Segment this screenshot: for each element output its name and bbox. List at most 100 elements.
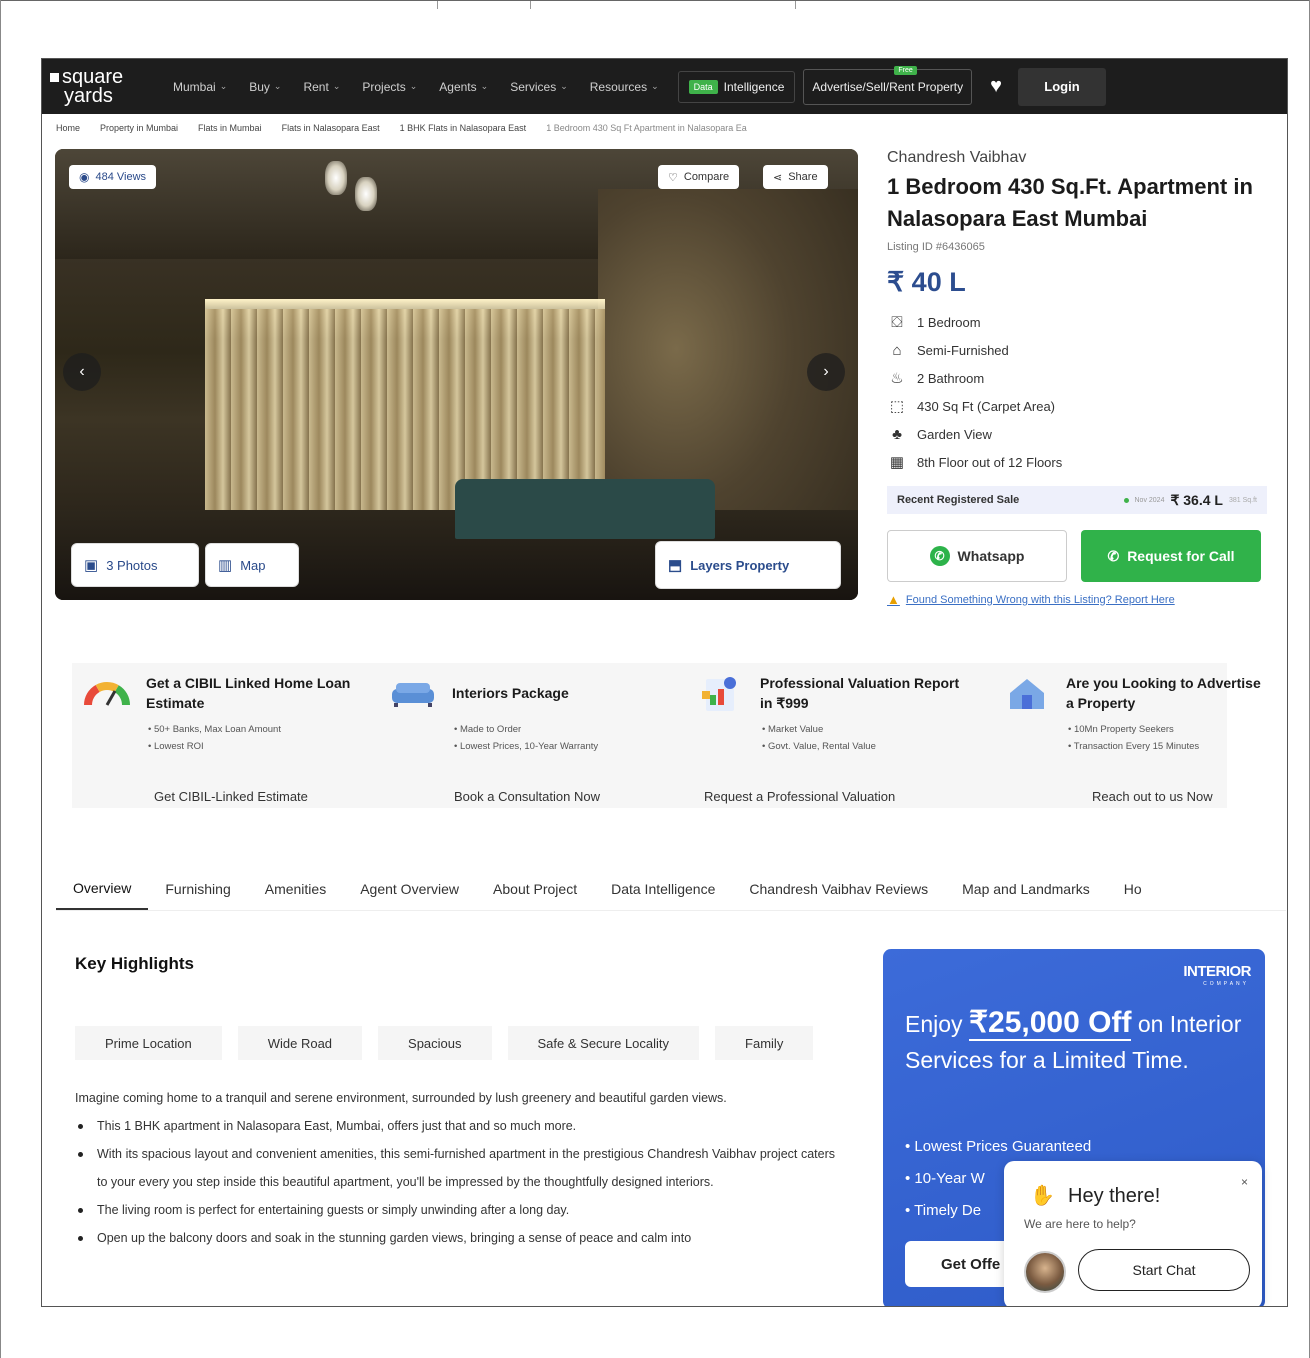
- tab-data-intelligence[interactable]: Data Intelligence: [594, 867, 732, 911]
- breadcrumb-1bhk-flats[interactable]: 1 BHK Flats in Nalasopara East: [400, 123, 527, 133]
- breadcrumb-flats-mumbai[interactable]: Flats in Mumbai: [198, 123, 262, 133]
- nav-menu: Mumbai ⌄ Buy ⌄ Rent ⌄ Projects ⌄ Agents ⌄ Ser…: [162, 80, 670, 94]
- book-consultation-link[interactable]: Book a Consultation Now: [454, 789, 600, 804]
- nav-item-label: Rent: [303, 79, 329, 94]
- service-point: 50+ Banks, Max Loan Amount: [148, 721, 352, 738]
- bed-icon: ⛋: [891, 313, 903, 331]
- key-highlights-heading: Key Highlights: [75, 954, 195, 973]
- breadcrumb-home[interactable]: Home: [56, 123, 80, 133]
- start-chat-button[interactable]: Start Chat: [1078, 1249, 1250, 1291]
- gallery-prev-button[interactable]: ‹: [63, 353, 101, 391]
- photos-button[interactable]: ▣ 3 Photos: [71, 543, 199, 587]
- service-point: Market Value: [762, 721, 966, 738]
- compare-label: Compare: [683, 171, 730, 183]
- tab-about-project[interactable]: About Project: [476, 867, 594, 911]
- tab-reviews[interactable]: Chandresh Vaibhav Reviews: [732, 867, 945, 911]
- tab-amenities[interactable]: Amenities: [248, 867, 343, 911]
- nav-item-label: Mumbai: [173, 79, 216, 94]
- request-call-button[interactable]: ✆ Request for Call: [1081, 530, 1261, 582]
- photo-sofa: [455, 479, 715, 539]
- credit-meter-icon: [84, 682, 130, 706]
- advertise-label: Advertise/Sell/Rent Property: [812, 79, 964, 94]
- close-icon[interactable]: ×: [1241, 1175, 1248, 1189]
- description-bullet: This 1 BHK apartment in Nalasopara East,…: [75, 1112, 835, 1140]
- nav-item-mumbai[interactable]: Mumbai ⌄: [162, 80, 238, 94]
- page-viewport: square yards Mumbai ⌄ Buy ⌄ Rent ⌄ Projects…: [41, 58, 1288, 1307]
- promo-amount: ₹25,000 Off: [968, 1006, 1132, 1041]
- squareyards-logo[interactable]: square yards: [50, 65, 162, 106]
- agent-avatar: [1024, 1251, 1066, 1293]
- description-bullets: This 1 BHK apartment in Nalasopara East,…: [75, 1112, 835, 1252]
- section-tabs: Overview Furnishing Amenities Agent Over…: [56, 867, 1286, 911]
- service-point: 10Mn Property Seekers: [1068, 721, 1272, 738]
- report-listing-link[interactable]: ▲ Found Something Wrong with this Listing…: [887, 592, 1277, 607]
- compare-button[interactable]: ♡ Compare: [658, 165, 740, 189]
- nav-item-buy[interactable]: Buy ⌄: [238, 80, 292, 94]
- feature-label: 1 Bedroom: [917, 314, 981, 330]
- recent-sale-amount: ₹ 36.4 L: [1170, 491, 1223, 508]
- feature-view: ♣ Garden View: [887, 420, 1277, 448]
- logo-text-top: square: [62, 65, 124, 88]
- tab-map-landmarks[interactable]: Map and Landmarks: [945, 867, 1107, 911]
- builder-name[interactable]: Chandresh Vaibhav: [887, 149, 1277, 167]
- breadcrumb-flats-nalasopara[interactable]: Flats in Nalasopara East: [282, 123, 380, 133]
- advertise-property-button[interactable]: Free Advertise/Sell/Rent Property: [803, 65, 973, 105]
- map-button[interactable]: ▥ Map: [205, 543, 299, 587]
- share-button[interactable]: ⋖ Share: [763, 165, 828, 189]
- views-label: 484 Views: [95, 171, 147, 183]
- recent-sale-label: Recent Registered Sale: [897, 494, 1020, 506]
- feature-label: 430 Sq Ft (Carpet Area): [917, 398, 1056, 414]
- chevron-left-icon: ‹: [79, 363, 85, 380]
- description-bullet: With its spacious layout and convenient …: [75, 1140, 835, 1196]
- service-point: Transaction Every 15 Minutes: [1068, 738, 1272, 755]
- reach-out-link[interactable]: Reach out to us Now: [1092, 789, 1213, 804]
- heart-icon[interactable]: ♥: [990, 75, 1002, 98]
- description-bullet: The living room is perfect for entertain…: [75, 1196, 835, 1224]
- views-badge: ◉ 484 Views: [69, 165, 157, 189]
- nav-item-agents[interactable]: Agents ⌄: [428, 80, 499, 94]
- property-photo-gallery[interactable]: ◉ 484 Views ♡ Compare ⋖ Share ‹ › ▣ 3 Photos…: [55, 149, 858, 600]
- nav-item-services[interactable]: Services ⌄: [499, 80, 579, 94]
- garden-icon: ♣: [892, 425, 902, 443]
- request-call-label: Request for Call: [1127, 548, 1235, 564]
- login-button[interactable]: Login: [1018, 67, 1106, 106]
- chevron-down-icon: ⌄: [480, 81, 489, 91]
- top-navbar: square yards Mumbai ⌄ Buy ⌄ Rent ⌄ Projects…: [42, 59, 1287, 114]
- contact-actions: ✆ Whatsapp ✆ Request for Call: [887, 530, 1277, 582]
- recent-registered-sale[interactable]: Recent Registered Sale Nov 2024 ₹ 36.4 L…: [887, 486, 1267, 514]
- whatsapp-button[interactable]: ✆ Whatsapp: [887, 530, 1067, 582]
- feature-label: Semi-Furnished: [917, 342, 1009, 358]
- request-valuation-link[interactable]: Request a Professional Valuation: [704, 789, 895, 804]
- nav-item-projects[interactable]: Projects ⌄: [351, 80, 428, 94]
- feature-bathroom: ♨ 2 Bathroom: [887, 364, 1277, 392]
- nav-item-label: Projects: [362, 79, 406, 94]
- report-label: Found Something Wrong with this Listing?…: [905, 593, 1175, 606]
- tab-more[interactable]: Ho: [1107, 867, 1159, 911]
- nav-item-resources[interactable]: Resources ⌄: [579, 80, 670, 94]
- promo-enjoy: Enjoy: [905, 1011, 963, 1037]
- layers-property-button[interactable]: ⬒ Layers Property: [655, 541, 841, 589]
- service-interiors: Interiors Package Made to Order Lowest P…: [388, 673, 658, 804]
- highlight-chips: Prime Location Wide Road Spacious Safe &…: [75, 1026, 814, 1060]
- chat-widget: ✋ Hey there! × We are here to help? Star…: [1004, 1161, 1262, 1306]
- nav-item-rent[interactable]: Rent ⌄: [292, 80, 351, 94]
- feature-label: 8th Floor out of 12 Floors: [917, 454, 1063, 470]
- chevron-down-icon: ⌄: [332, 81, 341, 91]
- tab-overview[interactable]: Overview: [56, 867, 149, 911]
- data-intelligence-label: Intelligence: [723, 79, 785, 94]
- gallery-next-button[interactable]: ›: [807, 353, 845, 391]
- tab-furnishing[interactable]: Furnishing: [148, 867, 247, 911]
- chevron-down-icon: ⌄: [273, 81, 282, 91]
- service-title: Are you Looking to Advertise a Property: [1066, 675, 1261, 711]
- feature-area: ⬚ 430 Sq Ft (Carpet Area): [887, 392, 1277, 420]
- cibil-estimate-link[interactable]: Get CIBIL-Linked Estimate: [154, 789, 308, 804]
- tab-agent-overview[interactable]: Agent Overview: [343, 867, 476, 911]
- share-icon: ⋖: [773, 171, 783, 184]
- frame-top-border: [0, 0, 1310, 9]
- layers-icon: ⬒: [668, 557, 683, 574]
- breadcrumb: Home Property in Mumbai Flats in Mumbai …: [56, 123, 747, 133]
- chevron-down-icon: ⌄: [651, 81, 659, 91]
- service-title: Interiors Package: [452, 685, 569, 701]
- breadcrumb-property-mumbai[interactable]: Property in Mumbai: [100, 123, 178, 133]
- data-intelligence-button[interactable]: Data Intelligence: [677, 70, 796, 103]
